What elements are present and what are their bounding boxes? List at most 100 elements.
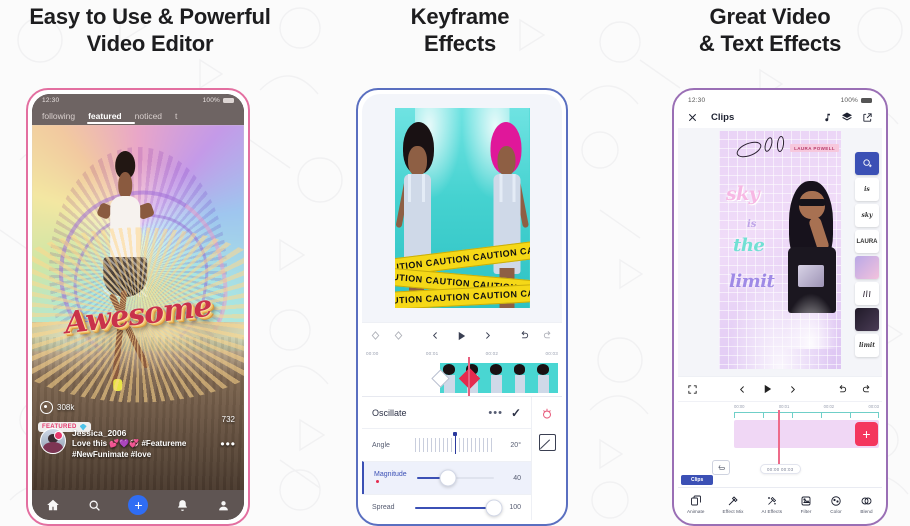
feed-tab-bar[interactable]: following featured noticed t [32, 106, 244, 125]
export-icon[interactable] [862, 112, 873, 123]
poster-artwork[interactable]: LAURA POWELL sky is the limit [719, 131, 841, 369]
add-clip-button[interactable]: + [855, 422, 878, 446]
clips-title: Clips [711, 111, 735, 123]
tool-effect-mix[interactable]: Effect Mix [722, 495, 743, 514]
spread-slider[interactable] [415, 499, 503, 516]
layer-item-text-sky[interactable]: sky [855, 204, 879, 227]
tab-following[interactable]: following [42, 111, 75, 121]
add-keyframe-left-icon[interactable] [370, 330, 381, 341]
fullscreen-icon[interactable] [687, 384, 698, 395]
next-frame-icon[interactable] [788, 384, 797, 395]
post-caption-line1: Love this 💕💜💞 #Featureme [72, 439, 187, 448]
tab-trending[interactable]: t [175, 111, 177, 121]
live-dot-icon [54, 431, 63, 440]
panel-header: Oscillate ••• ✓ [362, 397, 531, 428]
layer-item-glitter[interactable] [855, 256, 879, 279]
clip-transport-bar[interactable] [678, 376, 882, 401]
clip-preview-canvas[interactable]: LAURA POWELL sky is the limit is sky LAU… [678, 128, 882, 376]
post-caption-row: Jessica_2006 Love this 💕💜💞 #Featureme #N… [32, 428, 244, 460]
tool-color[interactable]: Color [830, 495, 842, 514]
easing-curve-icon[interactable] [538, 434, 556, 451]
undo-icon[interactable] [836, 384, 848, 395]
clip-ruler-tick-3: 00:03 [868, 404, 879, 409]
poster-text-is[interactable]: is [747, 219, 756, 230]
battery-icon [223, 98, 234, 103]
clip-timeline[interactable]: 00:00 00:01 00:02 00:03 + 00:00 00:03 Cl… [678, 401, 882, 487]
keyframe-timeline[interactable]: 00:00 00:01 00:02 00:03 [362, 348, 562, 396]
keyframe-transport-bar[interactable] [362, 322, 562, 349]
avatar[interactable] [40, 428, 66, 454]
phone-right-screen: 12:30 100% Clips LAURA POWELL sky is the… [678, 94, 882, 520]
status-battery-label: 100% [202, 97, 220, 104]
clips-header[interactable]: Clips [678, 106, 882, 128]
clip-duration-pill: 00:00 00:03 [760, 464, 801, 474]
home-icon[interactable] [46, 498, 60, 512]
music-note-icon[interactable] [822, 112, 832, 123]
param-label-magnitude: Magnitude [374, 471, 410, 485]
timeline-playhead[interactable] [468, 356, 470, 396]
layers-icon[interactable] [841, 111, 853, 123]
panel-side-rail[interactable] [531, 397, 562, 520]
undo-icon[interactable] [518, 330, 530, 341]
heading-left-line1: Easy to Use & Powerful [29, 4, 271, 29]
angle-tick-scale[interactable] [415, 432, 494, 454]
poster-text-sky[interactable]: sky [726, 183, 760, 205]
tool-label-blend: Blend [860, 508, 873, 514]
play-icon[interactable] [456, 330, 467, 342]
like-count: 732 [221, 415, 235, 424]
clip-tool-bar[interactable]: Animate Effect Mix AI Effects Filter Col… [678, 487, 882, 520]
bottom-nav-bar[interactable]: + [32, 490, 244, 520]
tab-featured[interactable]: featured [88, 111, 122, 121]
tool-filter[interactable]: Filter [800, 495, 812, 514]
layer-item-doodle[interactable] [855, 282, 879, 305]
layer-rail[interactable]: is sky LAURA limit [855, 152, 879, 357]
tool-animate[interactable]: Animate [687, 495, 705, 514]
create-post-button[interactable]: + [128, 495, 149, 515]
layer-item-text-limit[interactable]: limit [855, 334, 879, 357]
tool-label-effect-mix: Effect Mix [722, 508, 744, 514]
post-more-icon[interactable]: ••• [220, 437, 236, 451]
notifications-icon[interactable] [176, 499, 189, 512]
param-row-spread[interactable]: Spread 100 [362, 494, 531, 520]
poster-text-limit[interactable]: limit [729, 271, 775, 292]
status-bar-right: 12:30 100% [678, 94, 882, 106]
tool-ai-effects[interactable]: AI Effects [762, 495, 783, 514]
heading-right: Great Video & Text Effects [630, 3, 910, 57]
close-icon[interactable] [687, 112, 698, 123]
loop-icon[interactable] [712, 460, 730, 475]
heading-middle: Keyframe Effects [330, 3, 590, 57]
profile-icon[interactable] [217, 499, 230, 512]
oscillate-effect-panel: Oscillate ••• ✓ Angle 20° Magnitude 40 S… [362, 396, 562, 520]
tool-label-ai-effects: AI Effects [761, 508, 783, 514]
status-bar-left: 12:30 100% [32, 94, 244, 106]
prev-frame-icon[interactable] [738, 384, 747, 395]
param-row-magnitude[interactable]: Magnitude 40 [362, 461, 531, 494]
search-icon[interactable] [88, 499, 101, 512]
param-value-spread: 100 [509, 504, 521, 511]
play-icon[interactable] [762, 383, 773, 395]
keyframe-preview-canvas[interactable]: CAUTION CAUTION CAUTION CAUTION CAUTION … [362, 94, 562, 322]
redo-icon[interactable] [542, 330, 554, 341]
next-frame-icon[interactable] [483, 330, 492, 341]
add-keyframe-right-icon[interactable] [393, 330, 404, 341]
color-icon [830, 495, 842, 507]
feed-video-card[interactable]: Awesome 308k 732 FEATURED Jessica_2006 L… [32, 125, 244, 490]
tool-blend[interactable]: Blend [860, 495, 873, 514]
prev-frame-icon[interactable] [431, 330, 440, 341]
reset-keyframe-icon[interactable] [539, 405, 556, 422]
timeline-thumbnail-strip[interactable] [440, 362, 558, 393]
tab-noticed[interactable]: noticed [135, 111, 162, 121]
param-row-angle[interactable]: Angle 20° [362, 428, 531, 461]
redo-icon[interactable] [861, 384, 873, 395]
magnitude-slider[interactable] [417, 469, 494, 487]
layer-item-photo[interactable] [855, 308, 879, 331]
add-layer-button[interactable] [855, 152, 879, 175]
panel-more-icon[interactable]: ••• [488, 407, 503, 419]
poster-text-the[interactable]: the [733, 235, 765, 256]
layer-item-text-is[interactable]: is [855, 178, 879, 201]
clips-track-tag[interactable]: Clips [681, 475, 714, 485]
post-username[interactable]: Jessica_2006 [72, 428, 214, 439]
panel-confirm-icon[interactable]: ✓ [511, 406, 521, 420]
layer-item-sticker[interactable]: LAURA [855, 230, 879, 253]
timeline-ruler: 00:00 00:01 00:02 00:03 [362, 351, 562, 356]
